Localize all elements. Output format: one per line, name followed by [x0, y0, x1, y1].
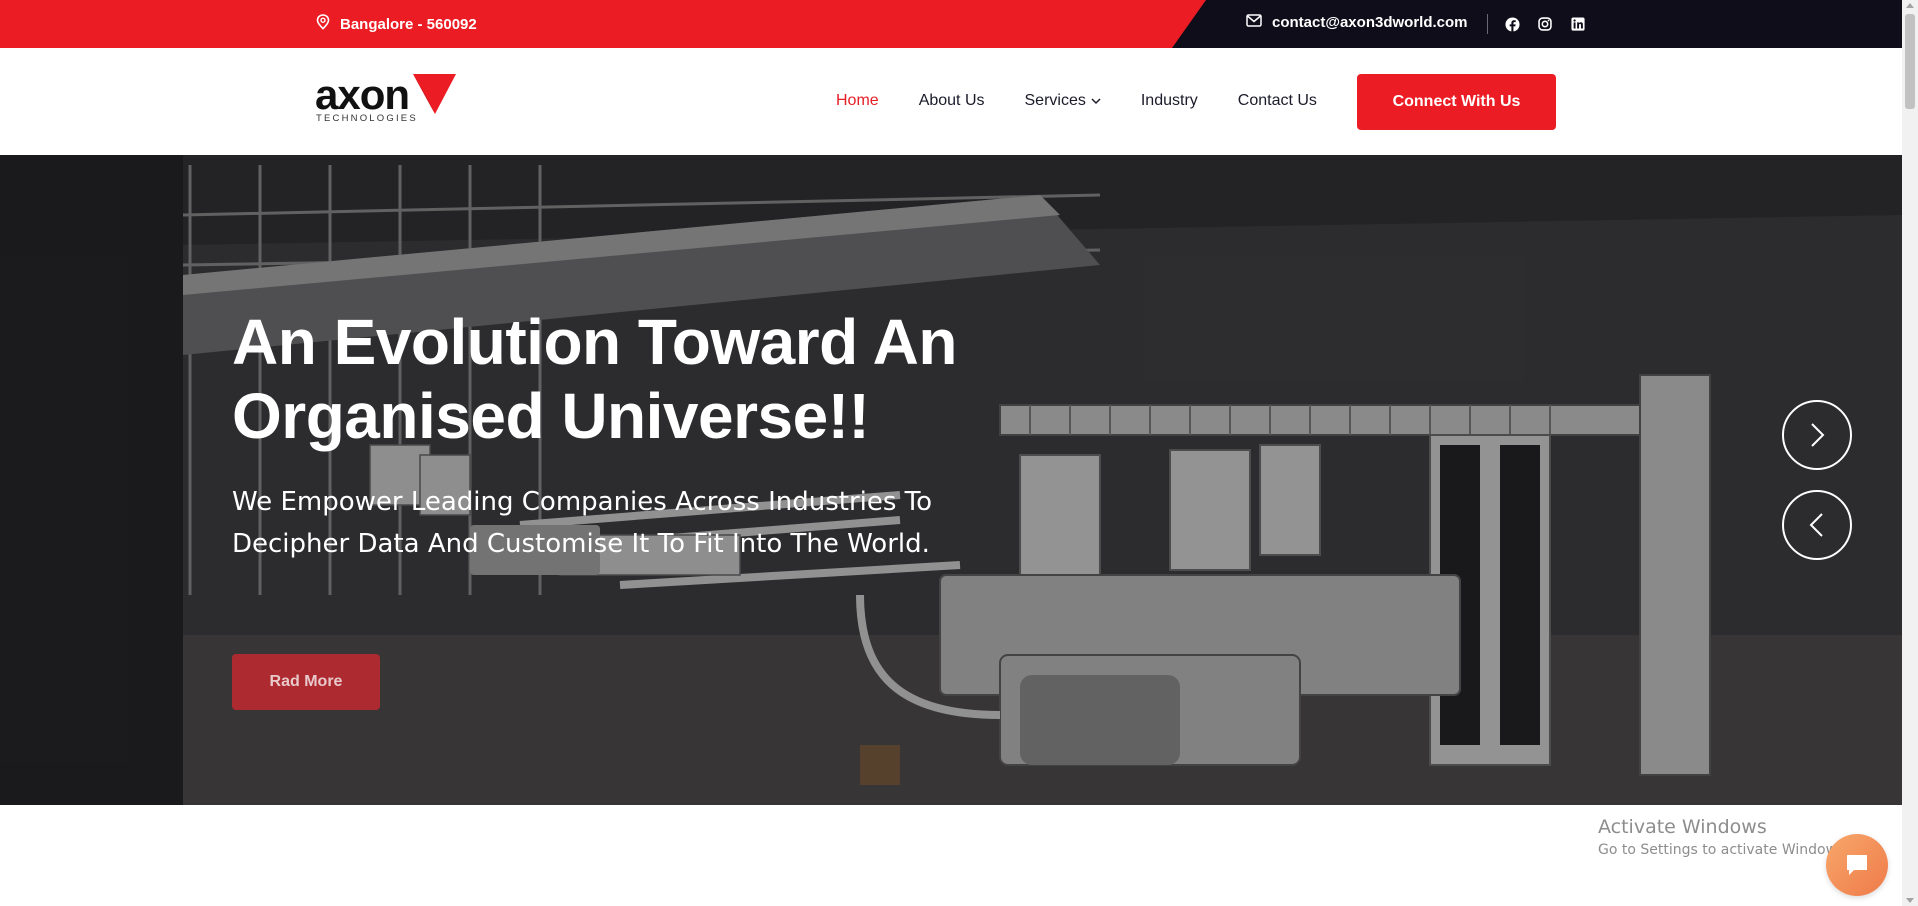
chevron-left-icon	[1809, 513, 1823, 537]
top-bar-divider	[1487, 14, 1488, 34]
scrollbar-thumb[interactable]	[1905, 14, 1915, 109]
nav-industry-label: Industry	[1140, 92, 1198, 109]
windows-activation-watermark: Activate Windows Go to Settings to activ…	[1598, 816, 1849, 858]
connect-with-us-button[interactable]: Connect With Us	[1357, 74, 1556, 130]
nav-services[interactable]: Services	[1025, 92, 1101, 110]
hero-subtitle-line2: Decipher Data And Customise It To Fit In…	[232, 529, 930, 559]
chevron-down-icon	[1091, 97, 1101, 104]
slider-next-button[interactable]	[1782, 400, 1852, 470]
facebook-icon[interactable]	[1504, 16, 1520, 32]
hero-subtitle-line1: We Empower Leading Companies Across Indu…	[232, 487, 933, 517]
chat-widget-button[interactable]	[1826, 834, 1888, 896]
watermark-title: Activate Windows	[1598, 816, 1767, 838]
hero-title-line1: An Evolution Toward An	[232, 306, 957, 378]
nav-services-label: Services	[1024, 92, 1086, 109]
email-text[interactable]: contact@axon3dworld.com	[1272, 14, 1468, 31]
slider-prev-button[interactable]	[1782, 490, 1852, 560]
hero-title: An Evolution Toward An Organised Univers…	[232, 305, 992, 453]
hero-title-line2: Organised Universe!!	[232, 380, 870, 452]
main-nav: Home About Us Services Industry Contact …	[836, 92, 1357, 110]
read-more-button[interactable]: Rad More	[232, 654, 380, 710]
social-links	[1504, 16, 1586, 32]
nav-home-label: Home	[836, 92, 879, 109]
linkedin-icon[interactable]	[1570, 16, 1586, 32]
location-text: Bangalore - 560092	[340, 15, 477, 33]
page-scrollbar[interactable]	[1902, 0, 1918, 906]
instagram-icon[interactable]	[1537, 16, 1553, 32]
logo-triangle-icon	[413, 74, 456, 114]
mail-icon	[1246, 14, 1262, 31]
nav-industry[interactable]: Industry	[1141, 92, 1198, 110]
axon-logo[interactable]: axon TECHNOLOGIES	[315, 71, 456, 128]
logo-wordmark: axon	[315, 71, 410, 118]
hero-slider: An Evolution Toward An Organised Univers…	[0, 155, 1902, 805]
watermark-subtitle: Go to Settings to activate Windows.	[1598, 842, 1849, 858]
nav-contact-us-label: Contact Us	[1237, 92, 1317, 109]
page: Bangalore - 560092 contact@axon3dworld.c…	[0, 0, 1918, 906]
location-pin-icon	[316, 14, 330, 34]
nav-about-us-label: About Us	[918, 92, 985, 109]
logo-subtitle: TECHNOLOGIES	[316, 113, 418, 124]
chevron-right-icon	[1811, 423, 1825, 447]
site-header: axon TECHNOLOGIES Home About Us Services…	[0, 48, 1902, 155]
hero-subtitle: We Empower Leading Companies Across Indu…	[232, 481, 992, 565]
email-link[interactable]: contact@axon3dworld.com	[1246, 14, 1468, 31]
nav-home[interactable]: Home	[836, 92, 879, 110]
nav-about-us[interactable]: About Us	[919, 92, 985, 110]
top-bar-red-section	[0, 0, 1206, 48]
location-info: Bangalore - 560092	[316, 14, 477, 34]
top-bar: Bangalore - 560092 contact@axon3dworld.c…	[0, 0, 1902, 48]
scroll-up-arrow-icon[interactable]	[1906, 3, 1914, 8]
chat-bubble-icon	[1847, 855, 1867, 875]
nav-contact-us[interactable]: Contact Us	[1238, 92, 1317, 110]
scroll-down-arrow-icon[interactable]	[1906, 898, 1914, 903]
